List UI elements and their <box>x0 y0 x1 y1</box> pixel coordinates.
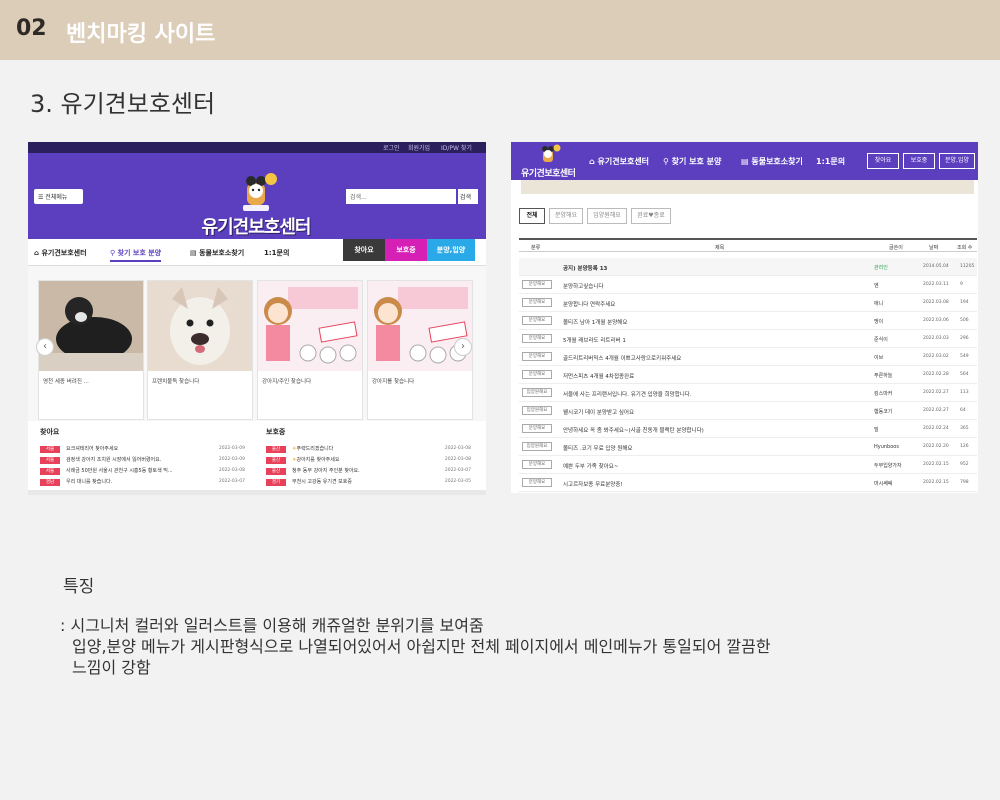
gallery-card[interactable]: 프렌치불독 찾습니다 <box>147 280 253 420</box>
gallery: 영천 세종 버려진 ... 프렌치불독 찾습니다 강아지/주인 찾습니다 강아지… <box>28 266 486 421</box>
banner-strip <box>521 180 974 194</box>
main-page-screenshot: 로그인 회원가입 ID/PW 찾기 ☰ 전체메뉴 검색... 검색 유기견보호센… <box>28 142 486 495</box>
table-row[interactable]: 분양해요 분양합니다 연락주세요 애니 2022.03.08 194 <box>519 294 977 312</box>
slide-title: 벤치마킹 사이트 <box>66 22 216 47</box>
table-row[interactable]: 입양원해요 몰티즈 .코기 무료 입양 원해요 Hyunboos 2022.02.20… <box>519 438 977 456</box>
filter-want[interactable]: 입양원해요 <box>587 208 627 224</box>
notice-row[interactable]: 공지) 분양등록 13 관리인 2014.05.04 11205 <box>519 258 977 276</box>
prev-arrow-icon[interactable]: ‹ <box>36 338 54 356</box>
home-icon: ⌂ <box>589 157 598 166</box>
find-id-link[interactable]: ID/PW 찾기 <box>441 143 472 152</box>
card-caption: 강아지/주인 찾습니다 <box>262 379 312 385</box>
board-find: 찾아요 서울 요크셔테리어 찾아주세요 2022-03-09 서울 검정색 강아지 조… <box>28 421 248 495</box>
nav-item-home[interactable]: ⌂ 유기견보호센터 <box>34 248 87 258</box>
gallery-card[interactable]: 강아지/주인 찾습니다 <box>257 280 363 420</box>
poster-illustration <box>258 281 362 371</box>
table-header: 분류 제목 글쓴이 날짜 조회 수 <box>519 238 977 252</box>
dog-logo-icon <box>243 173 277 211</box>
footer-strip <box>28 490 486 495</box>
features-line: 입양,분양 메뉴가 게시판형식으로 나열되어있어서 아쉽지만 전체 페이지에서 … <box>72 637 771 656</box>
section-title: 3. 유기견보호센터 <box>30 90 216 118</box>
table-row[interactable]: 분양해요 시고르자보종 무료분양중! 마시쎄쎄 2022.02.15 798 <box>519 474 977 492</box>
table-row[interactable]: 분양해요 분양하고싶습니다 엔 2022.03.11 9 <box>519 276 977 294</box>
site-logo-text[interactable]: 유기견보호센터 <box>196 213 316 239</box>
nav-item-home[interactable]: ⌂ 유기견보호센터 <box>589 156 649 167</box>
features-line: : 시그니처 컬러와 일러스트를 이용해 캐쥬얼한 분위기를 보여줌 <box>60 616 484 635</box>
list-item[interactable]: 울산 청주 동부 강아지 주인분 찾아요. 2022-03-07 <box>266 467 471 476</box>
filter-give[interactable]: 분양해요 <box>549 208 583 224</box>
list-item[interactable]: 서울 사례금 50만원 서울시 관천구 시흥5동 황토색 믹... 2022-03-… <box>40 467 245 476</box>
filter-done[interactable]: 완료♥종료 <box>631 208 671 224</box>
board-protect: 보호중 울산 ☀푸략드리겠습니다 2022-03-08 울산 ☀강아지를 찾아주세요 2… <box>254 421 474 495</box>
nav-item-adopt[interactable]: ⚲ 찾기 보호 분양 <box>110 248 162 262</box>
card-caption: 영천 세종 버려진 ... <box>43 379 89 385</box>
next-arrow-icon[interactable]: › <box>454 338 472 356</box>
signup-link[interactable]: 회원가입 <box>408 143 430 152</box>
table-row[interactable]: 분양해요 안녕하세요 꼭 좀 봐주세요~(사골 친동개 블랙탄 분양합니다) 밀 20… <box>519 420 977 438</box>
poster-illustration <box>368 281 472 371</box>
nav-item-inquiry[interactable]: 1:1문의 <box>264 248 289 258</box>
site-logo-text[interactable]: 유기견보호센터 <box>521 166 576 179</box>
tab-protect[interactable]: 보호중 <box>385 239 427 261</box>
table-row[interactable]: 분양해요 5개월 래브라도 리트리버 1 준식이 2022.03.03 296 <box>519 330 977 348</box>
table-row[interactable]: 분양해요 골드리트리버믹스 4개월 이쁘고사랑으로키워주세요 이브 2022.03.0… <box>519 348 977 366</box>
find-button[interactable]: 찾아요 <box>867 153 899 169</box>
table-row[interactable]: 입양원해요 웰시코기 데이 분양받고 싶어요 햄동코기 2022.02.27 64 <box>519 402 977 420</box>
document-icon: ▤ <box>190 249 200 257</box>
dog-logo-icon <box>542 144 561 162</box>
filter-all[interactable]: 전체 <box>519 208 545 224</box>
list-item[interactable]: 울산 ☀푸략드리겠습니다 2022-03-08 <box>266 445 471 454</box>
utility-bar: 로그인 회원가입 ID/PW 찾기 <box>28 142 486 153</box>
slide-number: 02 <box>16 16 47 41</box>
search-button[interactable]: 검색 <box>458 189 478 204</box>
tab-adopt[interactable]: 분양,입양 <box>427 239 475 261</box>
board-title: 보호중 <box>266 428 286 436</box>
site-header: 유기견보호센터 ⌂ 유기견보호센터 ⚲ 찾기 보호 분양 ▤ 동물보호소찾기 1… <box>511 142 978 180</box>
list-item[interactable]: 경기 부천시 고강동 유기견 보호중 2022-03-05 <box>266 478 471 487</box>
features-title: 특징 <box>63 577 95 597</box>
list-item[interactable]: 울산 ☀강아지를 찾아주세요 2022-03-08 <box>266 456 471 465</box>
card-caption: 프렌치불독 찾습니다 <box>152 379 200 385</box>
search-icon: ⚲ <box>663 157 672 166</box>
table-row[interactable]: 분양해요 저먼스피츠 4개월 4차접종완료 푸른하늘 2022.02.28 564 <box>519 366 977 384</box>
slide-header-bar: 02 벤치마킹 사이트 <box>0 0 1000 60</box>
nav-item-inquiry[interactable]: 1:1문의 <box>816 156 845 167</box>
gallery-card[interactable]: 영천 세종 버려진 ... <box>38 280 144 420</box>
search-icon: ⚲ <box>110 249 118 257</box>
list-item[interactable]: 경남 우리 대니를 찾습니다. 2022-03-07 <box>40 478 245 487</box>
all-menu-select[interactable]: ☰ 전체메뉴 <box>34 189 83 204</box>
dog-photo <box>148 281 252 371</box>
login-link[interactable]: 로그인 <box>383 143 400 152</box>
protect-button[interactable]: 보호중 <box>903 153 935 169</box>
dog-photo <box>39 281 143 371</box>
list-item[interactable]: 서울 검정색 강아지 조치원 시장에서 잃어버렸어요. 2022-03-09 <box>40 456 245 465</box>
document-icon: ▤ <box>741 157 752 166</box>
table-row[interactable]: 분양해요 몰티즈 남아 1개월 분양해요 맹이 2022.03.06 506 <box>519 312 977 330</box>
card-caption: 강아지를 찾습니다 <box>372 379 415 385</box>
list-item[interactable]: 서울 요크셔테리어 찾아주세요 2022-03-09 <box>40 445 245 454</box>
table-row[interactable]: 입양원해요 서울에 사는 프리랜서입니다. 유기견 입양을 희망합니다. 킹스마커 2… <box>519 384 977 402</box>
features-line: 느낌이 강함 <box>72 658 151 677</box>
table-row[interactable]: 분양해요 예쁜 두부 가족 찾아요~ 두부입양가자 2022.02.15 952 <box>519 456 977 474</box>
nav-item-shelter[interactable]: ▤ 동물보호소찾기 <box>741 156 803 167</box>
board-page-screenshot: 유기견보호센터 ⌂ 유기견보호센터 ⚲ 찾기 보호 분양 ▤ 동물보호소찾기 1… <box>511 142 978 493</box>
nav-item-adopt[interactable]: ⚲ 찾기 보호 분양 <box>663 156 721 167</box>
features-text: : 시그니처 컬러와 일러스트를 이용해 캐쥬얼한 분위기를 보여줌 입양,분양… <box>60 615 771 678</box>
adopt-button[interactable]: 분양,입양 <box>939 153 975 169</box>
nav-item-shelter[interactable]: ▤ 동물보호소찾기 <box>190 248 244 258</box>
search-input[interactable]: 검색... <box>346 189 456 204</box>
tab-find[interactable]: 찾아요 <box>343 239 385 261</box>
site-header: ☰ 전체메뉴 검색... 검색 유기견보호센터 <box>28 153 486 239</box>
board-title: 찾아요 <box>40 428 60 436</box>
